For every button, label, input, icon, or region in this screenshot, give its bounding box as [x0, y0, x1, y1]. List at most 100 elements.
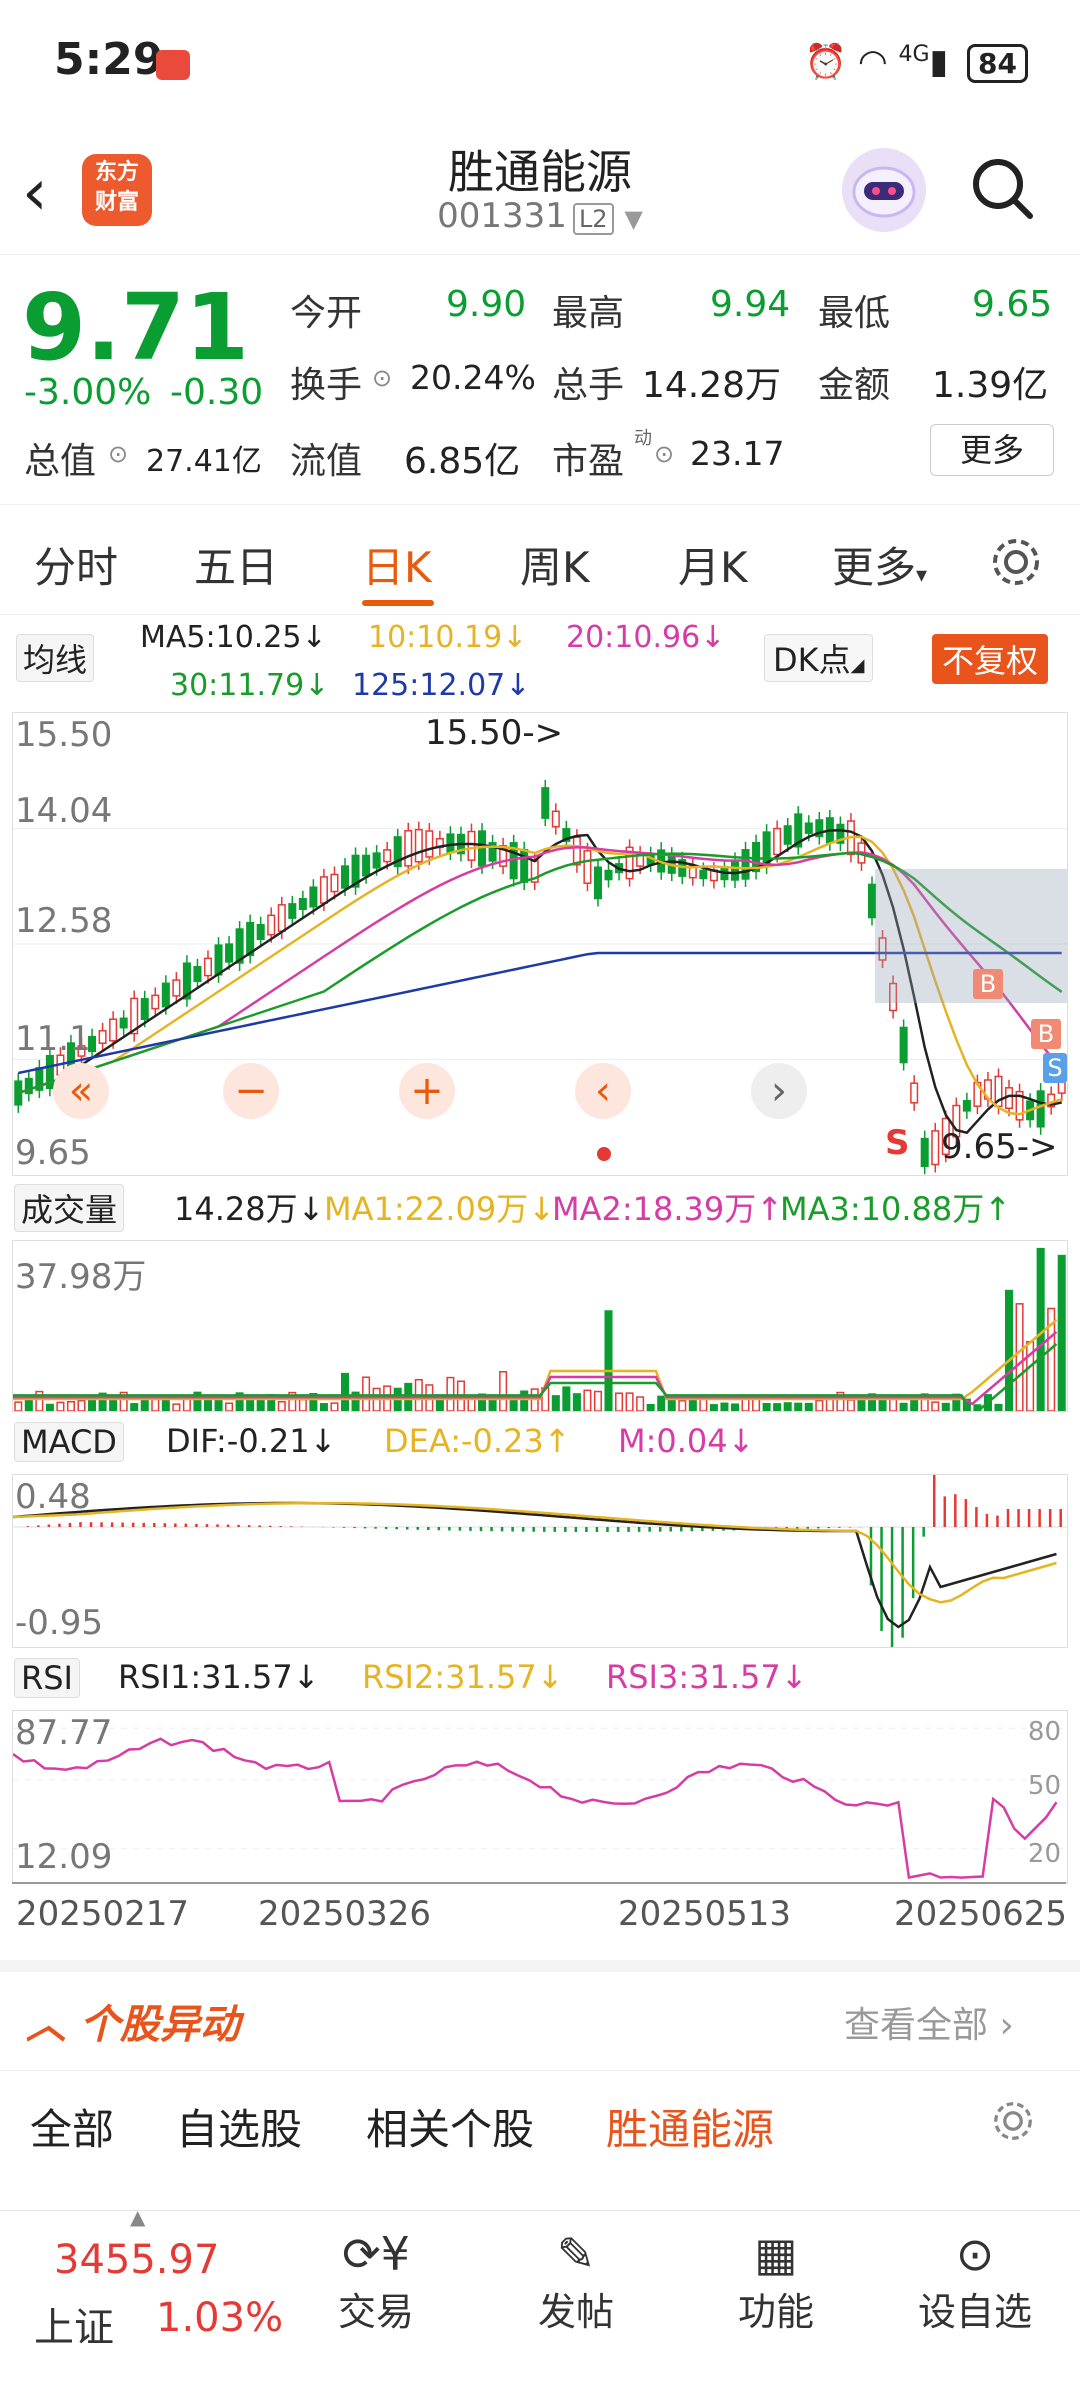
rsi-chart[interactable]: 87.77 12.09 80 50 20 — [12, 1710, 1068, 1884]
scroll-far-left-button[interactable]: « — [53, 1063, 109, 1119]
scroll-left-button[interactable]: ‹ — [575, 1063, 631, 1119]
macd-bar — [1007, 1509, 1010, 1527]
tab-monthly-k[interactable]: 月K — [678, 534, 748, 595]
divider — [0, 2070, 1080, 2071]
date-label: 20250513 — [618, 1894, 791, 1934]
zoom-out-button[interactable]: − — [223, 1063, 279, 1119]
pe-superscript: 动 — [634, 424, 652, 450]
macd-bar — [691, 1527, 694, 1531]
volume-bar — [1006, 1291, 1013, 1411]
info-icon[interactable]: ⊙ — [108, 440, 128, 468]
add-watchlist-button[interactable]: ⊙ 设自选 — [900, 2227, 1050, 2336]
alerts-title[interactable]: ︿ 个股异动 — [26, 1992, 240, 2050]
volume-bar — [26, 1401, 33, 1411]
candle-body — [363, 855, 370, 875]
float-label: 流值 — [290, 432, 362, 484]
features-button[interactable]: ▦ 功能 — [716, 2227, 836, 2336]
volume-bar — [605, 1311, 612, 1411]
macd-bar — [237, 1525, 240, 1527]
candle-body — [268, 915, 275, 934]
pe-label: 市盈 — [552, 432, 624, 484]
volume-bar — [184, 1399, 191, 1411]
filter-tab-watchlist[interactable]: 自选股 — [176, 2096, 302, 2157]
macd-chart[interactable]: 0.48 -0.95 — [12, 1474, 1068, 1648]
kline-chart[interactable]: 15.50 14.04 12.58 11.1 9.65 15.50-> 9.65… — [12, 712, 1068, 1176]
index-change[interactable]: 1.03% — [156, 2295, 283, 2341]
tab-more[interactable]: 更多▾ — [832, 534, 927, 595]
macd-bar — [638, 1527, 641, 1532]
macd-bar — [986, 1514, 989, 1527]
volume-selector[interactable]: 成交量 — [14, 1184, 124, 1232]
candle-body — [163, 983, 170, 1006]
volume-chart[interactable]: 37.98万 — [12, 1240, 1068, 1412]
zoom-in-button[interactable]: + — [399, 1063, 455, 1119]
high-label: 最高 — [552, 284, 624, 336]
macd-bar — [343, 1527, 346, 1528]
volume-selector-label: 成交量 — [14, 1184, 124, 1232]
tab-weekly-k[interactable]: 周K — [520, 534, 590, 595]
info-icon[interactable]: ⊙ — [372, 364, 392, 392]
filter-tab-all[interactable]: 全部 — [30, 2096, 114, 2157]
candle-body — [279, 905, 286, 931]
scroll-right-button[interactable]: › — [751, 1063, 807, 1119]
ma-selector-label: 均线 — [16, 634, 94, 682]
rsi-svg — [13, 1711, 1067, 1883]
active-tab-indicator — [362, 600, 434, 606]
tab-intraday[interactable]: 分时 — [34, 534, 118, 595]
status-bar: 5:29 ⏰ ◠ 4G▮ 84 — [0, 0, 1080, 130]
macd-bar — [395, 1527, 398, 1529]
macd-dif: DIF:-0.21↓ — [166, 1422, 336, 1460]
macd-bar — [100, 1522, 103, 1527]
filter-settings-gear-icon[interactable] — [990, 2098, 1036, 2148]
index-value[interactable]: 3455.97 — [54, 2237, 219, 2283]
macd-bar — [353, 1527, 356, 1528]
search-icon[interactable] — [970, 156, 1030, 216]
filter-tab-stock[interactable]: 胜通能源 — [606, 2096, 774, 2157]
adjust-toggle[interactable]: 不复权 — [932, 634, 1048, 684]
trade-button[interactable]: ⟳¥ 交易 — [316, 2227, 436, 2336]
tab-five-day[interactable]: 五日 — [194, 534, 278, 595]
macd-bar — [153, 1523, 156, 1527]
candle-body — [542, 788, 549, 818]
volume-bar — [763, 1404, 770, 1411]
assistant-avatar-icon[interactable] — [842, 148, 926, 232]
volume-bar — [943, 1404, 950, 1411]
level-badge: L2 — [573, 203, 614, 235]
candle-body — [732, 860, 739, 880]
index-name[interactable]: 上证 — [34, 2295, 114, 2353]
macd-bar — [438, 1527, 441, 1530]
candle-body — [468, 832, 475, 861]
filter-tab-related[interactable]: 相关个股 — [366, 2096, 534, 2157]
volume-bar — [858, 1398, 865, 1411]
trade-label: 交易 — [316, 2281, 436, 2336]
macd-selector[interactable]: MACD — [14, 1422, 124, 1462]
volume-bar — [900, 1404, 907, 1411]
volume-bar — [110, 1400, 117, 1411]
volume-bar — [257, 1400, 264, 1411]
dk-point-button[interactable]: DK点◢ — [764, 634, 873, 682]
tab-daily-k[interactable]: 日K — [362, 534, 432, 595]
ma-selector[interactable]: 均线 — [16, 634, 94, 682]
macd-bar — [206, 1524, 209, 1527]
rsi-max-label: 87.77 — [15, 1713, 112, 1753]
rsi-selector[interactable]: RSI — [14, 1658, 80, 1698]
post-button[interactable]: ✎ 发帖 — [516, 2227, 636, 2336]
volume-bar — [806, 1404, 813, 1411]
macd-bar — [185, 1524, 188, 1527]
macd-bar — [27, 1526, 30, 1527]
info-icon[interactable]: ⊙ — [654, 440, 674, 468]
macd-bar — [280, 1526, 283, 1527]
dk-label: DK点 — [773, 641, 851, 679]
buy-signal-marker: B — [1031, 1019, 1061, 1049]
macd-bar — [828, 1527, 831, 1528]
macd-bar — [406, 1527, 409, 1529]
signal-icon: ▮ — [930, 42, 949, 82]
rsi-20-label: 20 — [1028, 1839, 1061, 1869]
alerts-title-text: 个股异动 — [80, 2002, 240, 2048]
macd-bar — [954, 1494, 957, 1527]
settings-gear-icon[interactable] — [988, 534, 1044, 594]
more-button[interactable]: 更多 — [930, 424, 1054, 476]
view-all-link[interactable]: 查看全部 › — [844, 1996, 1014, 2048]
macd-bar — [364, 1527, 367, 1528]
change-percent: -3.00% — [24, 372, 151, 413]
